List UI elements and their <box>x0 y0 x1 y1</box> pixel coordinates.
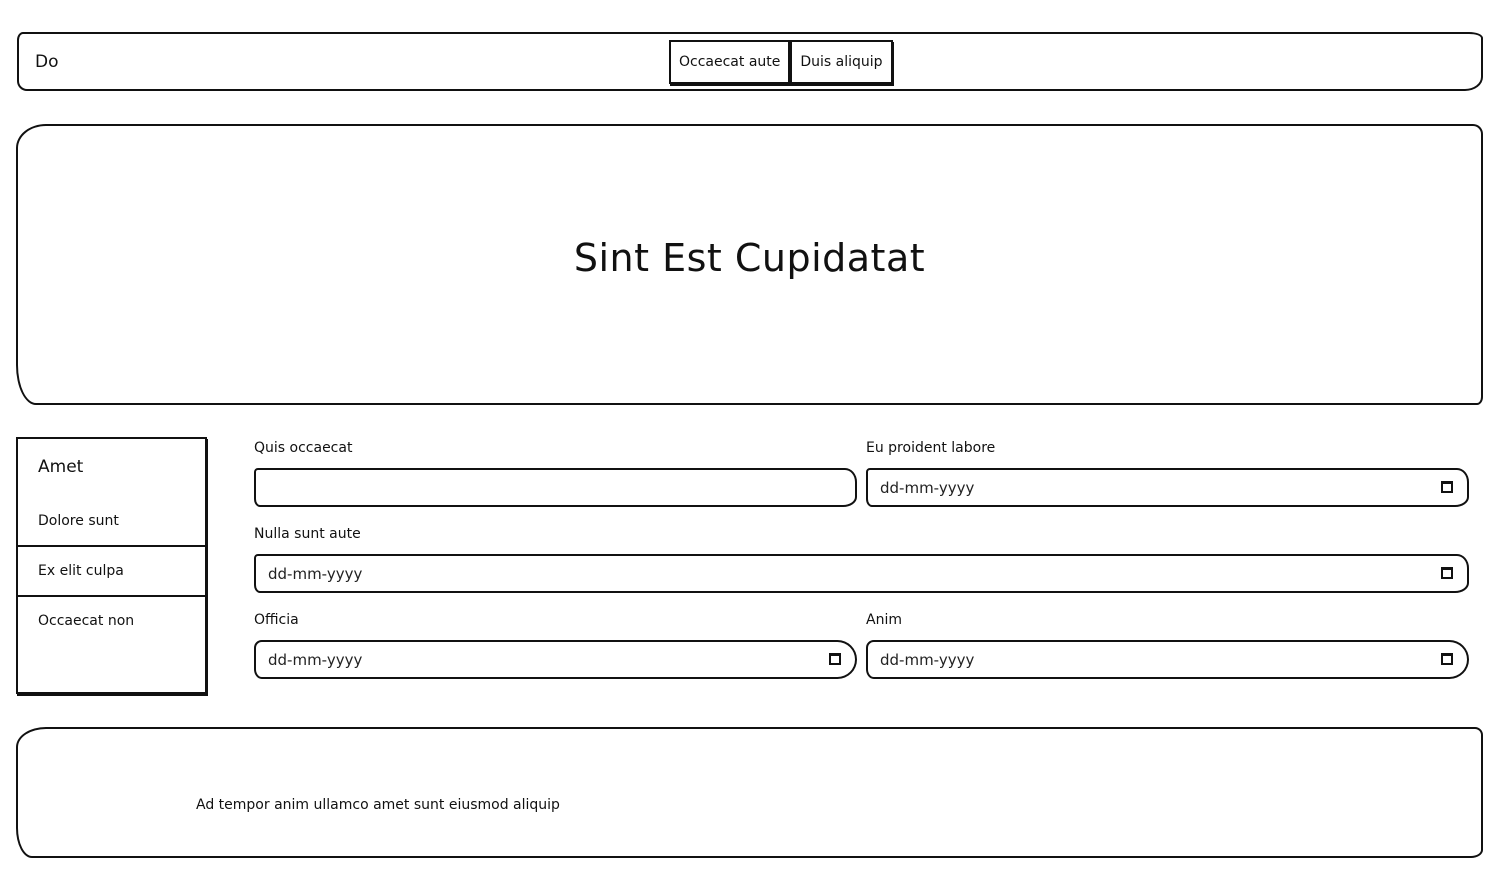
officia-label: Officia <box>254 612 299 628</box>
nulla-sunt-aute-label: Nulla sunt aute <box>254 526 361 542</box>
nav-button-duis-aliquip[interactable]: Duis aliquip <box>790 40 893 84</box>
date-placeholder: dd-mm-yyyy <box>268 650 363 669</box>
hero-banner: Sint Est Cupidatat <box>16 124 1483 405</box>
calendar-icon[interactable] <box>1441 653 1453 665</box>
hero-title: Sint Est Cupidatat <box>573 236 926 280</box>
top-nav: Occaecat aute Duis aliquip <box>669 40 893 84</box>
sidebar-item-ex-elit-culpa[interactable]: Ex elit culpa <box>18 545 205 595</box>
sidebar-title: Amet <box>38 457 84 477</box>
sidebar-item-dolore-sunt[interactable]: Dolore sunt <box>18 496 205 546</box>
sidebar: Amet Dolore sunt Ex elit culpa Occaecat … <box>16 437 207 694</box>
header-bar: Do Occaecat aute Duis aliquip <box>17 32 1483 91</box>
calendar-icon[interactable] <box>829 653 841 665</box>
brand-logo[interactable]: Do <box>35 52 59 72</box>
calendar-icon[interactable] <box>1441 567 1453 579</box>
footer: Ad tempor anim ullamco amet sunt eiusmod… <box>16 727 1483 858</box>
sidebar-item-occaecat-non[interactable]: Occaecat non <box>18 595 205 645</box>
calendar-icon[interactable] <box>1441 481 1453 493</box>
quis-occaecat-input[interactable] <box>254 468 857 507</box>
nav-button-occaecat-aute[interactable]: Occaecat aute <box>669 40 791 84</box>
date-placeholder: dd-mm-yyyy <box>880 478 975 497</box>
nulla-sunt-aute-date-input[interactable]: dd-mm-yyyy <box>254 554 1469 593</box>
anim-label: Anim <box>866 612 902 628</box>
anim-date-input[interactable]: dd-mm-yyyy <box>866 640 1469 679</box>
quis-occaecat-label: Quis occaecat <box>254 440 353 456</box>
officia-date-input[interactable]: dd-mm-yyyy <box>254 640 857 679</box>
date-placeholder: dd-mm-yyyy <box>880 650 975 669</box>
date-placeholder: dd-mm-yyyy <box>268 564 363 583</box>
footer-text: Ad tempor anim ullamco amet sunt eiusmod… <box>196 797 560 813</box>
eu-proident-labore-label: Eu proident labore <box>866 440 996 456</box>
eu-proident-labore-date-input[interactable]: dd-mm-yyyy <box>866 468 1469 507</box>
